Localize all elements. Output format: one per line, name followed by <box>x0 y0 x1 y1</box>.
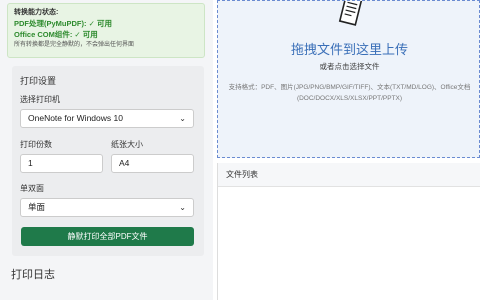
left-panel: 转换能力状态: PDF处理(PyMuPDF): ✓ 可用 Office COM组… <box>0 0 213 300</box>
copies-input[interactable]: 1 <box>20 154 103 173</box>
file-list-panel: 文件列表 <box>217 163 480 300</box>
file-list-title: 文件列表 <box>218 163 480 187</box>
printer-value: OneNote for Windows 10 <box>28 113 123 123</box>
paper-label: 纸张大小 <box>111 140 143 149</box>
log-title: 打印日志 <box>11 269 55 281</box>
status-title: 转换能力状态: <box>14 9 59 16</box>
duplex-label: 单双面 <box>20 184 44 193</box>
printer-select[interactable]: OneNote for Windows 10 ⌄ <box>20 109 194 128</box>
duplex-select[interactable]: 单面 ⌄ <box>20 198 194 217</box>
status-note: 所有转换都是完全静默的，不会弹出任何界面 <box>14 42 135 48</box>
dropzone-sub-text[interactable]: 或者点击选择文件 <box>218 61 480 72</box>
copies-label: 打印份数 <box>20 140 52 149</box>
print-all-button[interactable]: 静默打印全部PDF文件 <box>21 227 194 246</box>
chevron-down-icon: ⌄ <box>179 203 186 212</box>
printer-label: 选择打印机 <box>20 95 60 104</box>
duplex-value: 单面 <box>28 202 46 212</box>
settings-heading: 打印设置 <box>20 76 57 86</box>
print-settings-panel: 打印设置 选择打印机 OneNote for Windows 10 ⌄ 打印份数… <box>12 66 204 256</box>
supported-formats: 支持格式：PDF、图片(JPG/PNG/BMP/GIF/TIFF)、文本(TXT… <box>228 84 471 102</box>
office-status: Office COM组件: ✓ 可用 <box>14 30 98 39</box>
pdf-status: PDF处理(PyMuPDF): ✓ 可用 <box>14 19 112 28</box>
paper-input[interactable]: A4 <box>111 154 194 173</box>
dropzone-main-text: 拖拽文件到这里上传 <box>290 42 408 57</box>
chevron-down-icon: ⌄ <box>179 114 186 123</box>
upload-dropzone[interactable]: 拖拽文件到这里上传 或者点击选择文件 支持格式：PDF、图片(JPG/PNG/B… <box>217 0 480 158</box>
document-icon <box>338 1 364 26</box>
status-panel: 转换能力状态: PDF处理(PyMuPDF): ✓ 可用 Office COM组… <box>7 3 205 58</box>
